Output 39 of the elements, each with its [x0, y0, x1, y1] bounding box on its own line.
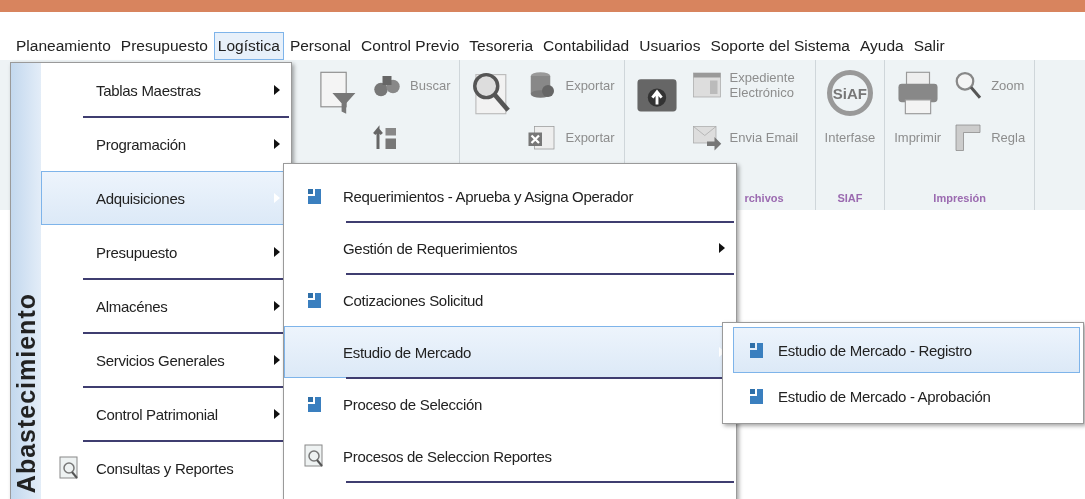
report-icon [59, 456, 79, 480]
report-icon [304, 444, 324, 468]
group-label: Impresión [932, 191, 987, 206]
submenu-arrow-icon [274, 247, 280, 257]
menu-bar-item[interactable]: Presupuesto [116, 32, 212, 60]
menu-bar-item[interactable]: Contabilidad [539, 32, 634, 60]
blocks-icon [307, 292, 321, 308]
blocks-icon [307, 396, 321, 412]
submenu-arrow-icon [274, 409, 280, 419]
menu-item[interactable]: Estudio de Mercado - Aprobación [733, 373, 1080, 419]
menu-bar-item[interactable]: Soporte del Sistema [706, 32, 854, 60]
menu-bar-item[interactable]: Usuarios [635, 32, 705, 60]
menu-bar-item[interactable]: Personal [285, 32, 356, 60]
menu-bar-item[interactable]: Planeamiento [12, 32, 115, 60]
blocks-icon [749, 342, 763, 358]
ruler-icon [953, 122, 984, 152]
menu-bar-item[interactable]: Logística [213, 32, 284, 60]
menu-bar-item[interactable]: Salir [909, 32, 949, 60]
cabinet-icon [691, 70, 722, 100]
submenu-arrow-icon [274, 85, 280, 95]
submenu-arrow-icon [274, 355, 280, 365]
menu-bar-item[interactable]: Tesoreria [465, 32, 538, 60]
submenu-arrow-icon [274, 193, 280, 203]
menu-side-title: Abastecimiento [11, 292, 41, 493]
blocks-icon [749, 388, 763, 404]
submenu-arrow-icon [274, 301, 280, 311]
menu-item[interactable]: Tablas Maestras [41, 63, 291, 117]
toolbar-button[interactable]: SiAF Interfase [824, 70, 876, 145]
group-label: rchivos [743, 191, 785, 206]
menu-item[interactable]: Estudio de Mercado - Registro [733, 327, 1080, 373]
submenu-arrow-icon [719, 243, 725, 253]
menu-item[interactable]: Programación [41, 117, 291, 171]
menu-bar-item[interactable]: Ayuda [855, 32, 908, 60]
submenu-arrow-icon [274, 139, 280, 149]
menu-bar-item[interactable]: Control Previo [357, 32, 464, 60]
siaf-logo: SiAF [826, 70, 873, 116]
group-label: SIAF [836, 191, 864, 206]
search-icon [953, 70, 984, 100]
blocks-icon [307, 188, 321, 204]
